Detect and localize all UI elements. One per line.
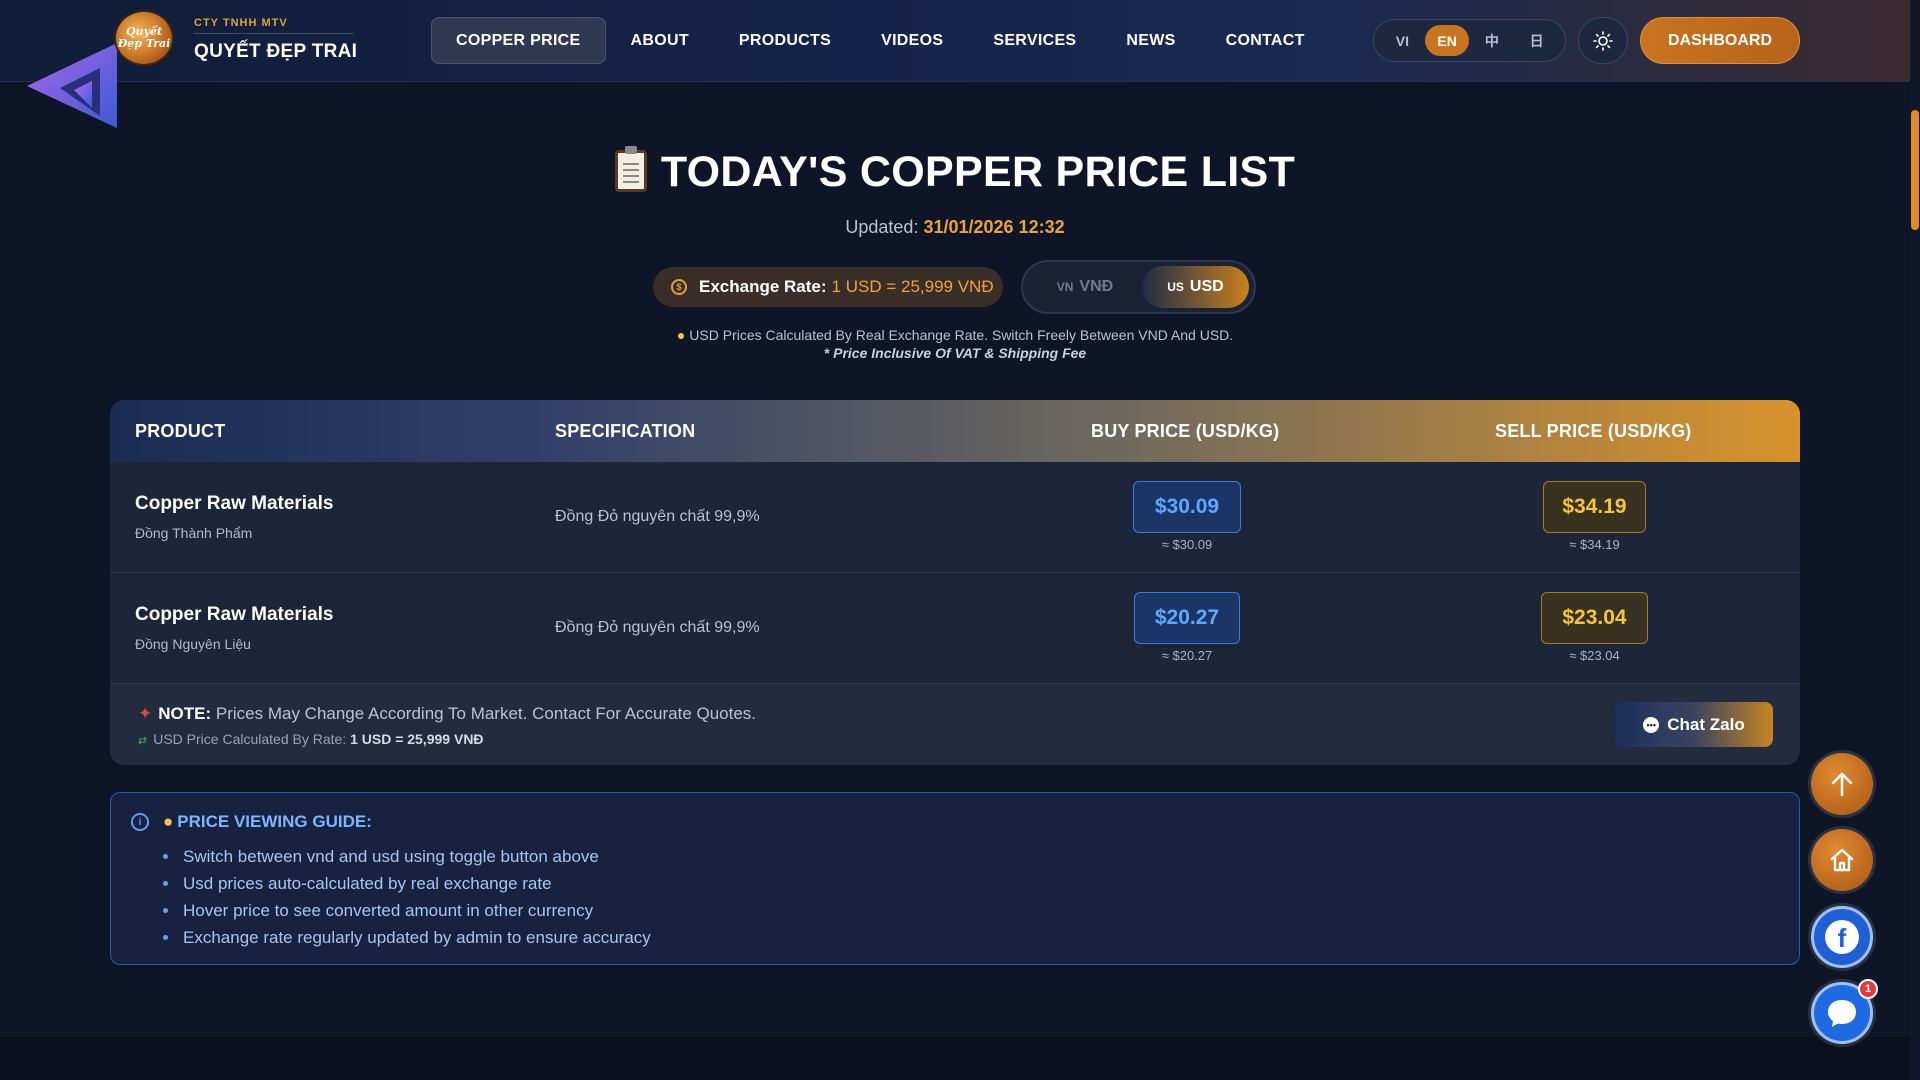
pushpin-icon: ✦ (138, 704, 153, 723)
product-spec: Đồng Đỏ nguyên chất 99,9% (555, 508, 760, 525)
buy-price[interactable]: $20.27 (1134, 592, 1240, 644)
scroll-to-top-button[interactable] (1811, 753, 1873, 815)
page-title: TODAY'S COPPER PRICE LIST (0, 146, 1910, 197)
table-header: PRODUCT SPECIFICATION BUY PRICE (USD/KG)… (110, 400, 1800, 462)
guide-list: Switch between vnd and usd using toggle … (163, 843, 651, 951)
rate-note-value: 1 USD = 25,999 VNĐ (350, 731, 484, 747)
list-item: Switch between vnd and usd using toggle … (163, 843, 651, 870)
exchange-rate-value: 1 USD = 25,999 VNĐ (831, 277, 994, 296)
sun-icon (1593, 30, 1613, 51)
logo-badge[interactable]: Quyết Đẹp Trai (116, 12, 172, 64)
rate-note: ⇄ USD Price Calculated By Rate: 1 USD = 2… (138, 731, 484, 747)
nav-services[interactable]: SERVICES (968, 17, 1101, 64)
facebook-button[interactable]: f (1811, 906, 1873, 968)
product-subtitle: Đồng Nguyên Liệu (135, 636, 251, 652)
exchange-hint-text: USD Prices Calculated By Real Exchange R… (689, 327, 1234, 343)
footer-edge (0, 1037, 1910, 1080)
main-nav: COPPER PRICE ABOUT PRODUCTS VIDEOS SERVI… (431, 17, 1330, 64)
company-name[interactable]: QUYẾT ĐẸP TRAI (194, 41, 357, 63)
language-switcher: VI EN 中 日 (1373, 19, 1566, 62)
messenger-button[interactable]: 1 (1811, 979, 1878, 1044)
exchange-rate-label: Exchange Rate: (699, 277, 827, 296)
coin-icon: $ (671, 279, 687, 295)
market-note: ✦ NOTE: Prices May Change According To Ma… (138, 704, 756, 724)
column-header-buy-price: BUY PRICE (USD/KG) (1091, 420, 1280, 441)
product-subtitle: Đồng Thành Phẩm (135, 525, 253, 541)
updated-timestamp: Updated: 31/01/2026 12:32 (0, 217, 1910, 238)
product-name: Copper Raw Materials (135, 604, 334, 625)
guide-title-text: PRICE VIEWING GUIDE: (177, 812, 372, 831)
chat-bubble-icon (1828, 1000, 1856, 1027)
lightbulb-icon: ● (676, 327, 686, 343)
table-footer-note: ✦ NOTE: Prices May Change According To Ma… (110, 684, 1800, 765)
vn-flag-icon: VN (1056, 280, 1074, 294)
lang-vi-button[interactable]: VI (1380, 25, 1424, 56)
logo-triangle-icon[interactable] (22, 38, 122, 133)
home-button[interactable] (1811, 829, 1873, 891)
buy-price[interactable]: $30.09 (1133, 481, 1241, 533)
table-row: Copper Raw Materials Đồng Nguyên Liệu Đồ… (110, 573, 1800, 684)
guide-title: i ● PRICE VIEWING GUIDE: (131, 812, 372, 832)
chat-zalo-button[interactable]: ••• Chat Zalo (1615, 702, 1773, 747)
price-viewing-guide: i ● PRICE VIEWING GUIDE: Switch between … (110, 792, 1800, 965)
chat-zalo-label: Chat Zalo (1667, 714, 1745, 734)
currency-usd-label: USD (1189, 278, 1224, 295)
column-header-product: PRODUCT (135, 420, 226, 441)
note-label: NOTE: (158, 704, 212, 723)
product-name: Copper Raw Materials (135, 493, 334, 514)
divider (194, 33, 354, 34)
info-icon: i (131, 813, 149, 831)
buy-price-approx: ≈ $30.09 (1161, 537, 1213, 552)
table-row: Copper Raw Materials Đồng Thành Phẩm Đồn… (110, 462, 1800, 573)
exchange-hint: ● USD Prices Calculated By Real Exchange … (0, 327, 1910, 343)
sell-price-approx: ≈ $34.19 (1569, 537, 1620, 552)
note-text: Prices May Change According To Market. C… (215, 704, 757, 723)
home-icon (1830, 848, 1854, 872)
updated-value: 31/01/2026 12:32 (923, 217, 1065, 237)
theme-toggle-button[interactable] (1578, 17, 1628, 64)
sell-price[interactable]: $34.19 (1543, 481, 1646, 533)
nav-about[interactable]: ABOUT (606, 17, 714, 64)
updated-label: Updated: (845, 217, 919, 237)
logo-badge-text: Quyết Đẹp Trai (117, 25, 171, 50)
arrow-up-icon (1831, 772, 1853, 797)
site-header: Quyết Đẹp Trai CTY TNHH MTV QUYẾT ĐẸP TR… (0, 0, 1920, 128)
us-flag-icon: US (1167, 280, 1184, 294)
list-item: Hover price to see converted amount in o… (163, 897, 651, 924)
column-header-specification: SPECIFICATION (555, 420, 696, 441)
facebook-icon: f (1825, 920, 1859, 954)
lang-ja-button[interactable]: 日 (1515, 25, 1559, 56)
list-item: Usd prices auto-calculated by real excha… (163, 870, 651, 897)
notification-badge: 1 (1858, 979, 1878, 999)
lang-en-button[interactable]: EN (1425, 25, 1470, 56)
buy-price-approx: ≈ $20.27 (1161, 648, 1213, 663)
column-header-sell-price: SELL PRICE (USD/KG) (1495, 420, 1692, 441)
currency-toggle: VN VNĐ US USD (1021, 260, 1256, 314)
currency-vnd-button[interactable]: VN VNĐ (1028, 266, 1142, 308)
lightbulb-icon: ● (163, 812, 174, 831)
dashboard-button[interactable]: DASHBOARD (1640, 17, 1800, 64)
nav-videos[interactable]: VIDEOS (856, 17, 968, 64)
chat-bubble-icon: ••• (1643, 716, 1660, 733)
page-title-text: TODAY'S COPPER PRICE LIST (660, 148, 1296, 196)
currency-vnd-label: VNĐ (1079, 278, 1114, 295)
price-table: PRODUCT SPECIFICATION BUY PRICE (USD/KG)… (110, 400, 1800, 765)
company-type: CTY TNHH MTV (194, 17, 288, 29)
product-spec: Đồng Đỏ nguyên chất 99,9% (555, 619, 760, 636)
exchange-rate-pill: $ Exchange Rate: 1 USD = 25,999 VNĐ (653, 267, 1003, 307)
scrollbar-thumb[interactable] (1911, 110, 1919, 230)
exchange-icon: ⇄ (138, 735, 148, 747)
nav-news[interactable]: NEWS (1101, 17, 1200, 64)
nav-copper-price[interactable]: COPPER PRICE (431, 17, 606, 64)
currency-usd-button[interactable]: US USD (1141, 266, 1249, 308)
lang-zh-button[interactable]: 中 (1470, 25, 1514, 56)
nav-contact[interactable]: CONTACT (1201, 17, 1330, 64)
sell-price[interactable]: $23.04 (1541, 592, 1648, 644)
list-item: Exchange rate regularly updated by admin… (163, 924, 651, 951)
vat-note: * Price Inclusive Of VAT & Shipping Fee (823, 345, 1087, 361)
sell-price-approx: ≈ $23.04 (1569, 648, 1620, 663)
nav-products[interactable]: PRODUCTS (714, 17, 856, 64)
rate-note-label: USD Price Calculated By Rate: (153, 731, 347, 747)
clipboard-icon (614, 146, 647, 192)
